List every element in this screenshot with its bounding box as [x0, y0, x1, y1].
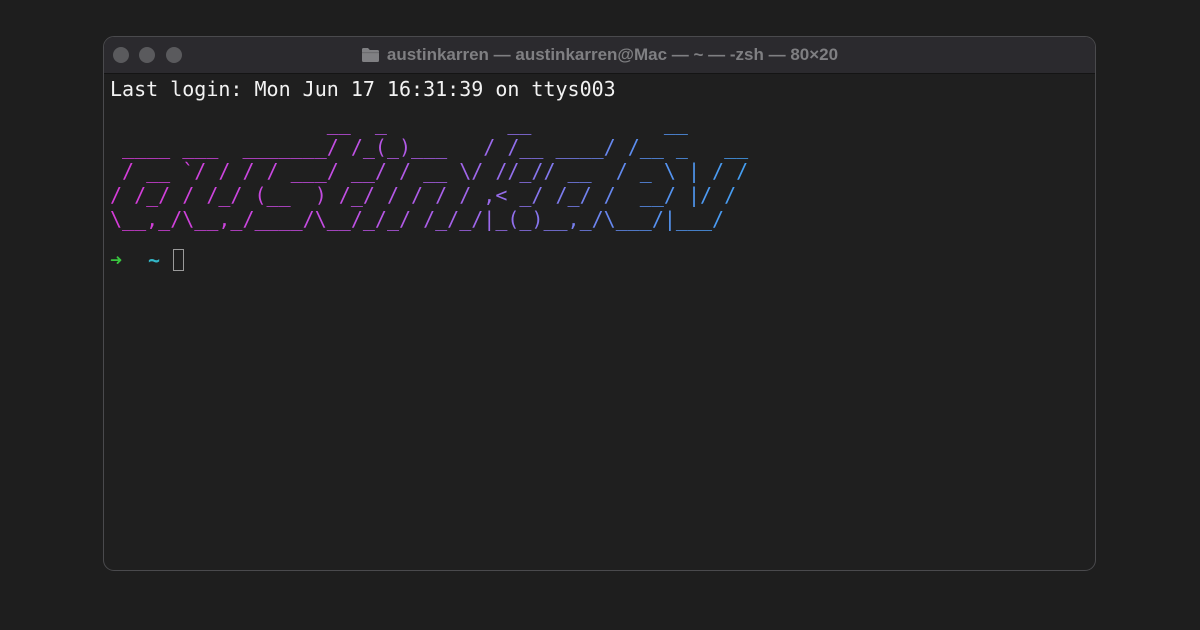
prompt-directory: ~	[148, 248, 161, 272]
ascii-banner-line-1: __ _ __ __	[110, 111, 770, 135]
ascii-banner-line-3: / __ `/ / / / ___/ __/ / __ \/ //_// __ …	[110, 159, 770, 183]
terminal-window[interactable]: austinkarren — austinkarren@Mac — ~ — -z…	[103, 36, 1096, 571]
ascii-banner-line-5: \__,_/\__,_/____/\__/_/_/ /_/_/|_(_)__,_…	[110, 207, 770, 231]
terminal-output[interactable]: Last login: Mon Jun 17 16:31:39 on ttys0…	[110, 77, 1087, 566]
ascii-banner-line-4: / /_/ / /_/ (__ ) /_/ / / / / ,< _/ /_/ …	[110, 183, 770, 207]
text-cursor	[173, 249, 184, 271]
title-bar[interactable]: austinkarren — austinkarren@Mac — ~ — -z…	[104, 37, 1095, 74]
prompt-line[interactable]: ➜ ~	[110, 246, 1087, 274]
folder-icon	[361, 48, 379, 62]
window-title-area: austinkarren — austinkarren@Mac — ~ — -z…	[104, 37, 1095, 73]
ascii-banner-line-2: ____ ___ _______/ /_(_)___ / /__ ____/ /…	[110, 135, 770, 159]
prompt-arrow-icon: ➜	[110, 248, 123, 272]
last-login-line: Last login: Mon Jun 17 16:31:39 on ttys0…	[110, 77, 616, 101]
window-title: austinkarren — austinkarren@Mac — ~ — -z…	[386, 45, 839, 64]
